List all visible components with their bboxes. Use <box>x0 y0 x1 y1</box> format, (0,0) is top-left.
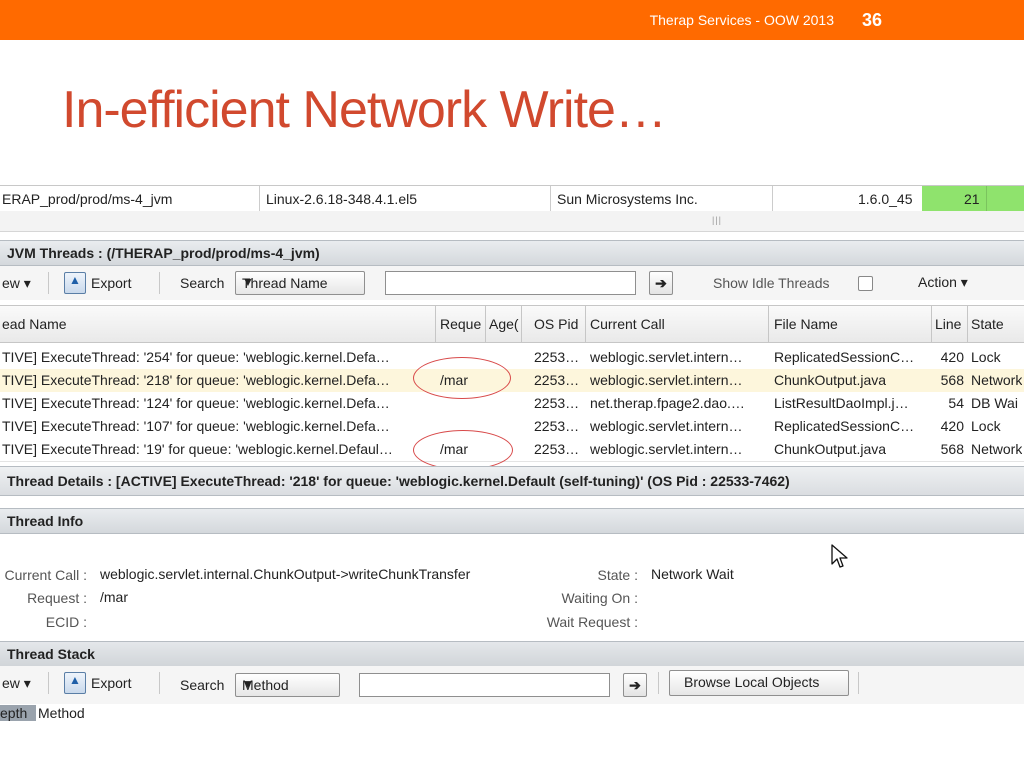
thread-stack-header[interactable]: Thread Stack <box>0 641 1024 667</box>
table-row[interactable]: TIVE] ExecuteThread: '218' for queue: 'w… <box>0 369 1024 393</box>
waiting-on-label: Waiting On : <box>561 590 638 606</box>
request-value: /mar <box>100 589 128 605</box>
request-label: Request : <box>27 590 87 606</box>
stack-export-button[interactable]: Export <box>91 675 131 691</box>
ecid-label: ECID : <box>45 614 87 630</box>
summary-os: Linux-2.6.18-348.4.1.el5 <box>266 191 417 207</box>
dropdown-arrow-icon: ▼ <box>242 677 254 691</box>
panel-splitter[interactable]: ||| <box>0 211 1024 232</box>
slide-page-number: 36 <box>862 10 883 30</box>
dropdown-arrow-icon: ▼ <box>242 275 254 289</box>
show-idle-threads-label: Show Idle Threads <box>713 275 830 291</box>
col-thread-name[interactable]: ead Name <box>2 316 67 332</box>
threads-table-header: ead Name Reque Age( OS Pid Current Call … <box>0 305 1024 343</box>
summary-count: 21 <box>964 191 980 207</box>
slide-brand: Therap Services - OOW 2013 <box>649 12 834 28</box>
stack-export-icon[interactable] <box>64 672 86 694</box>
splitter-grip-icon: ||| <box>712 215 723 225</box>
current-call-value: weblogic.servlet.internal.ChunkOutput->w… <box>100 566 471 582</box>
state-value: Network Wait <box>651 566 734 582</box>
action-menu[interactable]: Action ▾ <box>918 274 968 291</box>
thread-details-header: Thread Details : [ACTIVE] ExecuteThread:… <box>0 466 1024 496</box>
export-button[interactable]: Export <box>91 275 131 291</box>
jvm-console-screenshot: ERAP_prod/prod/ms-4_jvm Linux-2.6.18-348… <box>0 177 1024 721</box>
col-age[interactable]: Age( <box>489 316 519 332</box>
table-row[interactable]: TIVE] ExecuteThread: '124' for queue: 'w… <box>0 392 1024 416</box>
col-request[interactable]: Reque <box>440 316 481 332</box>
summary-row[interactable]: ERAP_prod/prod/ms-4_jvm Linux-2.6.18-348… <box>0 185 1024 213</box>
show-idle-threads-checkbox[interactable] <box>858 276 873 291</box>
jvm-threads-toolbar: ew ▾ Export Search Thread Name▼ ➔ Show I… <box>0 266 1024 300</box>
col-method[interactable]: Method <box>38 705 85 721</box>
search-go-button[interactable]: ➔ <box>649 271 673 295</box>
slide-header-bar: Therap Services - OOW 2013 36 <box>0 0 1024 40</box>
current-call-label: Current Call : <box>4 567 87 583</box>
stack-search-input[interactable] <box>359 673 610 697</box>
wait-request-label: Wait Request : <box>546 614 638 630</box>
thread-stack-title: Thread Stack <box>7 646 95 662</box>
highlight-ellipse <box>413 430 513 470</box>
col-state[interactable]: State <box>971 316 1004 332</box>
col-file-name[interactable]: File Name <box>774 316 838 332</box>
stack-search-label: Search <box>180 677 225 693</box>
highlight-ellipse <box>413 357 511 399</box>
col-depth[interactable]: epth <box>0 705 36 721</box>
mouse-cursor-icon <box>831 544 848 568</box>
search-field-select[interactable]: Thread Name ▼ <box>235 271 365 295</box>
summary-jvm-name: ERAP_prod/prod/ms-4_jvm <box>2 191 173 207</box>
search-label: Search <box>180 275 225 291</box>
col-line[interactable]: Line <box>935 316 961 332</box>
col-os-pid[interactable]: OS Pid <box>534 316 578 332</box>
thread-search-input[interactable] <box>385 271 636 295</box>
table-row[interactable]: TIVE] ExecuteThread: '254' for queue: 'w… <box>0 346 1024 370</box>
summary-version: 1.6.0_45 <box>858 191 913 207</box>
jvm-threads-title: JVM Threads : (/THERAP_prod/prod/ms-4_jv… <box>7 245 320 261</box>
thread-info-header[interactable]: Thread Info <box>0 508 1024 534</box>
browse-local-objects-button[interactable]: Browse Local Objects <box>669 670 849 696</box>
export-icon[interactable] <box>64 272 86 294</box>
stack-search-select[interactable]: Method ▼ <box>235 673 340 697</box>
thread-details-title: Thread Details : [ACTIVE] ExecuteThread:… <box>7 473 790 489</box>
thread-stack-toolbar: ew ▾ Export Search Method▼ ➔ Browse Loca… <box>0 666 1024 704</box>
thread-info-title: Thread Info <box>7 513 84 529</box>
col-current-call[interactable]: Current Call <box>590 316 665 332</box>
stack-search-go-button[interactable]: ➔ <box>623 673 647 697</box>
stack-view-menu[interactable]: ew ▾ <box>2 675 31 692</box>
state-label: State : <box>597 567 638 583</box>
jvm-threads-header: JVM Threads : (/THERAP_prod/prod/ms-4_jv… <box>0 240 1024 266</box>
view-menu[interactable]: ew ▾ <box>2 275 31 292</box>
slide-title: In-efficient Network Write… <box>62 81 667 139</box>
summary-vendor: Sun Microsystems Inc. <box>557 191 698 207</box>
table-row[interactable]: TIVE] ExecuteThread: '107' for queue: 'w… <box>0 415 1024 439</box>
thread-info-panel: Current Call : weblogic.servlet.internal… <box>0 534 1024 634</box>
